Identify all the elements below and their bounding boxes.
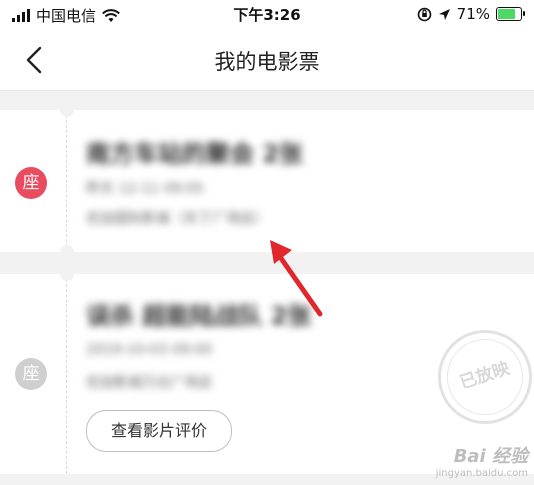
- seat-badge: 座: [15, 358, 47, 390]
- orientation-lock-icon: [417, 7, 431, 21]
- stamp-label: 已放映: [437, 329, 533, 425]
- ticket-notch: [60, 274, 74, 281]
- location-icon: [438, 8, 450, 20]
- seat-badge: 座: [15, 167, 47, 199]
- ticket-cinema: 优加影城万达广场店: [86, 375, 212, 391]
- status-bar: 中国电信 下午3:26 71%: [0, 0, 534, 30]
- status-right: 71%: [417, 5, 525, 23]
- ticket-notch: [60, 110, 74, 117]
- ticket-title: 南方车站的聚会 2张: [86, 140, 304, 168]
- ticket-card[interactable]: 座 南方车站的聚会 2张 昨天 12-11 09:05 优加国际影城（东丁广场店…: [0, 110, 534, 252]
- watermark-brand: Bai 经验: [453, 446, 528, 467]
- ticket-divider: [66, 110, 67, 252]
- battery-icon: [496, 7, 525, 21]
- page-title: 我的电影票: [214, 50, 320, 74]
- watermark: Bai 经验 jingyan.baidu.com: [436, 442, 528, 479]
- view-review-button[interactable]: 查看影片评价: [86, 410, 232, 452]
- ticket-cinema: 优加国际影城（东丁广场店）: [86, 211, 268, 227]
- nav-bar: 我的电影票: [0, 30, 534, 91]
- ticket-divider: [66, 274, 67, 474]
- battery-percent: 71%: [456, 5, 490, 23]
- ticket-time: 昨天 12-11 09:05: [86, 181, 204, 197]
- watermark-url: jingyan.baidu.com: [435, 468, 528, 479]
- ticket-time: 2019-10-03 09:00: [86, 342, 213, 358]
- screened-stamp: 已放映: [425, 317, 534, 437]
- annotation-arrow-icon: [270, 240, 323, 317]
- ticket-notch: [60, 245, 74, 252]
